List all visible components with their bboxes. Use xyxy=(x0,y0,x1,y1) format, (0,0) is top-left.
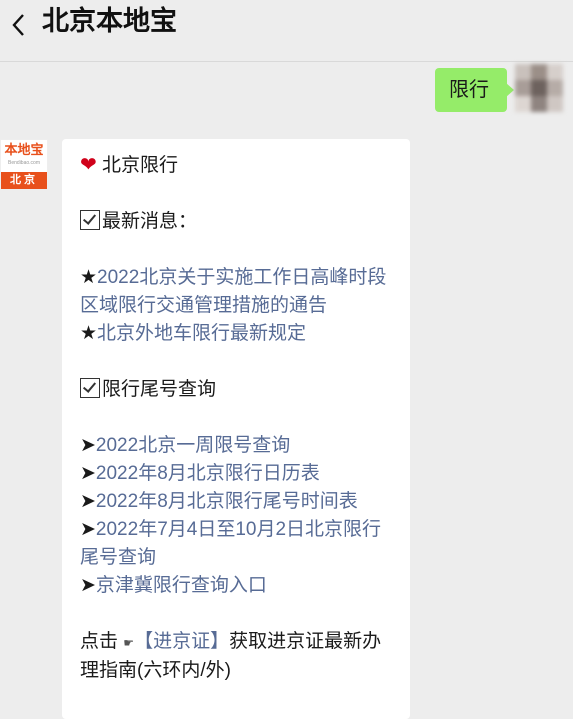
query-link[interactable]: 2022年8月北京限行日历表 xyxy=(96,463,320,484)
arrow-icon: ➤ xyxy=(80,463,96,484)
pointing-hand-icon: ☛ xyxy=(123,636,135,650)
query-link[interactable]: 2022北京一周限号查询 xyxy=(96,435,290,456)
logo-text: 本地宝 xyxy=(4,142,44,157)
logo-url: Bendibao.com xyxy=(8,160,40,166)
arrow-icon: ➤ xyxy=(80,575,96,596)
arrow-icon: ➤ xyxy=(80,435,96,456)
query-link[interactable]: 京津冀限行查询入口 xyxy=(96,575,267,596)
news-item[interactable]: ★2022北京关于实施工作日高峰时段区域限行交通管理措施的通告 xyxy=(80,264,398,320)
user-avatar[interactable] xyxy=(507,50,573,122)
news-link[interactable]: 2022北京关于实施工作日高峰时段区域限行交通管理措施的通告 xyxy=(80,267,386,316)
section-query: 限行尾号查询 xyxy=(80,376,398,404)
chat-header: 北京本地宝 xyxy=(0,0,573,62)
query-item[interactable]: ➤2022年7月4日至10月2日北京限行尾号查询 xyxy=(80,516,398,572)
news-link[interactable]: 北京外地车限行最新规定 xyxy=(97,323,306,344)
query-item[interactable]: ➤京津冀限行查询入口 xyxy=(80,572,398,600)
arrow-icon: ➤ xyxy=(80,519,96,540)
incoming-bubble: ❤ 北京限行 最新消息： ★2022北京关于实施工作日高峰时段区域限行交通管理措… xyxy=(62,139,410,719)
query-link[interactable]: 2022年7月4日至10月2日北京限行尾号查询 xyxy=(80,519,381,568)
checkbox-icon xyxy=(80,210,100,230)
back-icon[interactable] xyxy=(6,10,30,40)
logo-city: 北京 xyxy=(1,172,47,189)
section-latest: 最新消息： xyxy=(80,208,398,236)
message-title: ❤ 北京限行 xyxy=(80,154,179,176)
footer-line: 点击 ☛【进京证】获取进京证最新办理指南(六环内/外) xyxy=(80,631,382,681)
query-item[interactable]: ➤2022北京一周限号查询 xyxy=(80,432,398,460)
query-link[interactable]: 2022年8月北京限行尾号时间表 xyxy=(96,491,358,512)
outgoing-bubble[interactable]: 限行 xyxy=(435,68,514,112)
bendibao-avatar[interactable]: 本地宝 Bendibao.com 北京 xyxy=(0,139,48,189)
heart-icon: ❤ xyxy=(80,154,97,176)
arrow-icon: ➤ xyxy=(80,491,96,512)
checkbox-icon xyxy=(80,378,100,398)
chat-title: 北京本地宝 xyxy=(42,6,177,36)
bendibao-logo: 本地宝 Bendibao.com xyxy=(1,140,47,172)
outgoing-message: 限行 xyxy=(0,64,573,120)
query-item[interactable]: ➤2022年8月北京限行尾号时间表 xyxy=(80,488,398,516)
permit-link[interactable]: 【进京证】 xyxy=(134,631,229,652)
news-item[interactable]: ★北京外地车限行最新规定 xyxy=(80,320,398,348)
query-item[interactable]: ➤2022年8月北京限行日历表 xyxy=(80,460,398,488)
